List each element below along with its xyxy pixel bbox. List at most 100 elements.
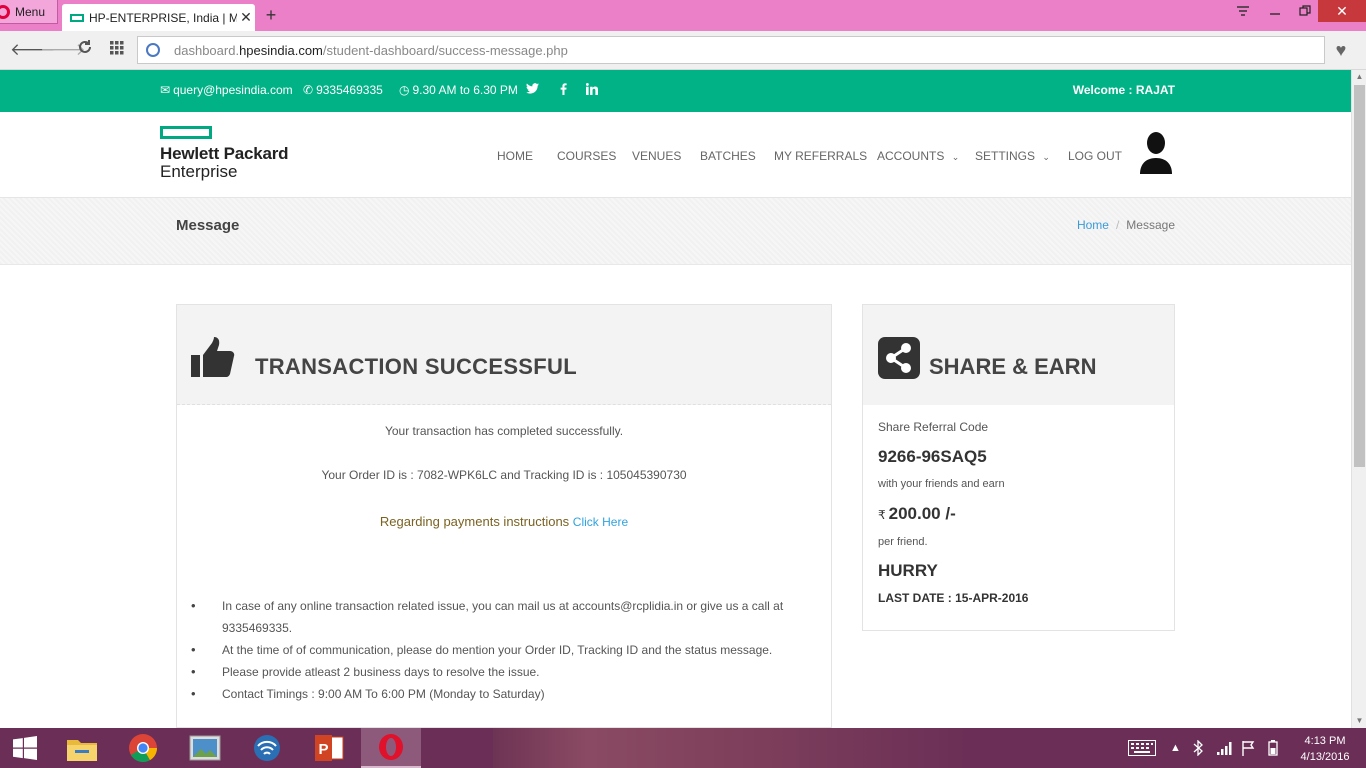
contact-hours: ◷ 9.30 AM to 6.30 PM xyxy=(399,83,518,97)
logo-line1: Hewlett Packard xyxy=(160,144,289,163)
page-title-bar: Message Home / Message xyxy=(0,198,1351,265)
logo-line2: Enterprise xyxy=(160,162,238,181)
share-referral-label: Share Referral Code xyxy=(878,420,989,434)
scrollbar-thumb[interactable] xyxy=(1354,85,1365,467)
system-clock[interactable]: 4:13 PM 4/13/2016 xyxy=(1292,733,1358,765)
file-explorer-icon[interactable] xyxy=(52,728,112,768)
tab-menu-icon[interactable] xyxy=(1232,0,1254,22)
transaction-title: TRANSACTION SUCCESSFUL xyxy=(255,354,577,379)
breadcrumb-current: Message xyxy=(1126,218,1175,232)
nav-settings-label: SETTINGS xyxy=(975,149,1036,163)
taskbar-wallpaper-deco xyxy=(493,728,967,768)
show-hidden-icons-icon[interactable]: ▲ xyxy=(1170,728,1181,768)
windows-taskbar: P ▲ 4:13 PM 4/13/2016 xyxy=(0,728,1366,768)
bluetooth-icon[interactable] xyxy=(1193,728,1203,768)
chevron-down-icon: ⌄ xyxy=(951,152,960,162)
nav-courses[interactable]: COURSES xyxy=(557,149,616,163)
restore-icon[interactable] xyxy=(1292,0,1318,22)
contact-top-bar: ✉ query@hpesindia.com ✆ 9335469335 ◷ 9.3… xyxy=(0,70,1351,112)
hpe-logo-rectangle-icon xyxy=(160,126,212,139)
nav-venues[interactable]: VENUES xyxy=(632,149,681,163)
minimize-icon[interactable] xyxy=(1262,0,1288,22)
back-icon[interactable]: 🡐 xyxy=(10,39,56,61)
share-icon xyxy=(878,337,920,379)
contact-phone: ✆ 9335469335 xyxy=(303,83,383,97)
list-item: At the time of of communication, please … xyxy=(191,639,811,661)
site-info-icon[interactable] xyxy=(146,43,160,57)
opera-logo-icon xyxy=(0,4,10,19)
photos-icon[interactable] xyxy=(175,728,235,768)
reward-amount-value: 200.00 /- xyxy=(888,504,956,523)
network-icon[interactable] xyxy=(237,728,297,768)
url-input[interactable]: dashboard. hpesindia.com/student-dashboar… xyxy=(137,36,1325,64)
linkedin-icon[interactable] xyxy=(586,83,598,95)
with-friends-text: with your friends and earn xyxy=(878,478,1005,490)
chevron-down-icon: ⌄ xyxy=(1042,152,1050,162)
transaction-panel-header: TRANSACTION SUCCESSFUL xyxy=(177,305,831,405)
contact-email-text: query@hpesindia.com xyxy=(173,83,293,97)
tab-title: HP-ENTERPRISE, India | Me xyxy=(89,10,237,25)
url-path: /student-dashboard/success-message.php xyxy=(322,42,568,58)
facebook-icon[interactable] xyxy=(560,83,567,95)
page-scrollbar[interactable]: ▲ ▼ xyxy=(1351,70,1366,728)
page-title: Message xyxy=(176,217,240,234)
nav-my-referrals[interactable]: MY REFERRALS xyxy=(774,149,867,163)
phone-icon: ✆ xyxy=(303,83,314,97)
nav-accounts-label: ACCOUNTS xyxy=(877,149,945,163)
scroll-up-icon[interactable]: ▲ xyxy=(1352,70,1366,84)
site-header: Hewlett Packard Enterprise HOME COURSES … xyxy=(0,112,1351,198)
web-page: ✉ query@hpesindia.com ✆ 9335469335 ◷ 9.3… xyxy=(0,70,1351,728)
list-item: Please provide atleast 2 business days t… xyxy=(191,661,811,683)
breadcrumb: Home / Message xyxy=(1077,218,1175,232)
window-close-icon[interactable]: ✕ xyxy=(1318,0,1366,22)
clock-date: 4/13/2016 xyxy=(1300,751,1350,763)
powerpoint-icon[interactable]: P xyxy=(299,728,359,768)
tab-close-icon[interactable]: ✕ xyxy=(237,9,255,26)
payment-instructions-row: Regarding payments instructions Click He… xyxy=(177,514,831,529)
hpe-logo[interactable]: Hewlett Packard Enterprise xyxy=(160,126,289,182)
nav-settings[interactable]: SETTINGS ⌄ xyxy=(975,149,1050,163)
svg-text:P: P xyxy=(319,741,329,758)
browser-tab-bar: Menu HP-ENTERPRISE, India | Me ✕ + ✕ xyxy=(0,0,1366,31)
scroll-down-icon[interactable]: ▼ xyxy=(1352,714,1366,728)
contact-email[interactable]: ✉ query@hpesindia.com xyxy=(160,83,293,97)
speed-dial-icon[interactable] xyxy=(106,39,128,61)
order-tracking-text: Your Order ID is : 7082-WPK6LC and Track… xyxy=(321,468,687,482)
clock-time: 4:13 PM xyxy=(1304,735,1346,747)
transaction-success-text: Your transaction has completed successfu… xyxy=(384,424,624,438)
nav-home[interactable]: HOME xyxy=(497,149,533,163)
nav-batches[interactable]: BATCHES xyxy=(700,149,756,163)
action-center-flag-icon[interactable] xyxy=(1241,728,1255,768)
list-item: Contact Timings : 9:00 AM To 6:00 PM (Mo… xyxy=(191,683,811,705)
user-avatar-icon[interactable] xyxy=(1138,130,1174,174)
reload-icon[interactable] xyxy=(74,39,96,61)
twitter-icon[interactable] xyxy=(526,83,539,94)
breadcrumb-separator: / xyxy=(1115,218,1120,232)
bookmark-heart-icon[interactable]: ♥ xyxy=(1326,36,1356,64)
contact-hours-text: 9.30 AM to 6.30 PM xyxy=(412,83,518,97)
opera-menu-button[interactable]: Menu xyxy=(0,0,58,24)
touch-keyboard-icon[interactable] xyxy=(1128,728,1156,768)
signal-strength-icon[interactable] xyxy=(1217,728,1233,768)
new-tab-button[interactable]: + xyxy=(262,4,280,26)
nav-logout[interactable]: LOG OUT xyxy=(1068,149,1122,163)
last-date-text: LAST DATE : 15-APR-2016 xyxy=(878,591,1029,605)
list-item: In case of any online transaction relate… xyxy=(191,595,811,639)
rupee-icon: ₹ xyxy=(878,508,886,522)
windows-start-icon[interactable] xyxy=(0,728,50,768)
forward-icon[interactable]: 🡒 xyxy=(40,39,86,61)
chrome-icon[interactable] xyxy=(113,728,173,768)
payment-instructions-text: Regarding payments instructions xyxy=(379,514,573,529)
click-here-link[interactable]: Click Here xyxy=(573,515,628,529)
url-prefix: dashboard. xyxy=(174,42,240,58)
transaction-notes-list: In case of any online transaction relate… xyxy=(191,595,811,705)
referral-code: 9266-96SAQ5 xyxy=(878,447,987,466)
breadcrumb-home-link[interactable]: Home xyxy=(1077,218,1109,232)
nav-accounts[interactable]: ACCOUNTS ⌄ xyxy=(877,149,959,163)
reward-amount: ₹200.00 /- xyxy=(878,504,956,524)
opera-menu-label: Menu xyxy=(15,4,46,19)
opera-icon[interactable] xyxy=(361,728,421,768)
transaction-panel: TRANSACTION SUCCESSFUL Your transaction … xyxy=(176,304,832,728)
browser-tab[interactable]: HP-ENTERPRISE, India | Me ✕ xyxy=(62,4,255,31)
battery-icon[interactable] xyxy=(1268,728,1278,768)
